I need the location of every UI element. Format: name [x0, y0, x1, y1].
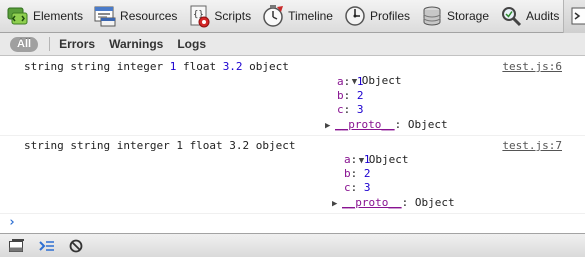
property-name: c — [344, 181, 351, 194]
source-link[interactable]: test.js:6 — [502, 60, 562, 73]
console-icon — [570, 4, 585, 28]
console-prompt[interactable]: › — [8, 215, 16, 230]
object-property: c: 3 — [344, 181, 371, 194]
filter-divider — [49, 37, 51, 51]
property-value: 2 — [356, 89, 364, 102]
message-text-part: object — [242, 60, 296, 73]
tab-resources[interactable]: Resources — [87, 0, 181, 33]
tab-scripts[interactable]: {} Scripts — [181, 0, 255, 33]
message-text-part: float — [176, 60, 223, 73]
property-name: c — [337, 103, 344, 116]
object-label: Object — [361, 74, 402, 87]
tab-profiles-label: Profiles — [369, 9, 410, 23]
source-link[interactable]: test.js:7 — [502, 139, 562, 152]
proto-name: __proto__ — [342, 196, 402, 209]
message-text-part: string string integer — [24, 60, 170, 73]
object-property: a: 1 — [344, 153, 371, 166]
clear-console-icon[interactable] — [68, 238, 86, 254]
tab-elements-label: Elements — [33, 9, 84, 23]
filter-all-button[interactable]: All — [10, 36, 39, 52]
proto-name: __proto__ — [335, 118, 395, 131]
tab-timeline[interactable]: Timeline — [255, 0, 337, 33]
property-value: 2 — [363, 167, 371, 180]
filter-logs-button[interactable]: Logs — [177, 37, 206, 51]
tab-storage-label: Storage — [447, 9, 490, 23]
collapse-triangle-icon[interactable]: ▶ — [332, 197, 342, 211]
console-messages: string string integer 1 float 3.2 object… — [0, 57, 585, 234]
tab-storage[interactable]: Storage — [414, 0, 493, 33]
collapse-triangle-icon[interactable]: ▶ — [325, 119, 335, 133]
property-value: 3 — [363, 181, 371, 194]
tab-resources-label: Resources — [120, 9, 178, 23]
devtools-toolbar: Elements Resources {} Scripts Timeline P… — [0, 0, 585, 33]
console-message-text: string string interger 1 float 3.2 objec… — [24, 139, 303, 152]
property-name: b — [344, 167, 351, 180]
property-value: 1 — [363, 153, 371, 166]
resources-icon — [93, 4, 117, 28]
console-message: string string integer 1 float 3.2 object… — [0, 57, 585, 136]
console-message: string string interger 1 float 3.2 objec… — [0, 136, 585, 214]
object-label: Object — [368, 153, 409, 166]
elements-icon — [6, 4, 30, 28]
proto-value: : Object — [401, 196, 455, 209]
dock-icon[interactable] — [8, 238, 26, 254]
tab-audits-label: Audits — [526, 9, 560, 23]
audits-icon — [499, 4, 523, 28]
object-property: b: 2 — [337, 89, 364, 102]
property-name: a — [344, 153, 351, 166]
property-value: 3 — [356, 103, 364, 116]
status-bar — [0, 233, 585, 257]
proto-value: : Object — [394, 118, 448, 131]
storage-icon — [420, 4, 444, 28]
filter-errors-button[interactable]: Errors — [59, 37, 95, 51]
scripts-icon: {} — [187, 4, 211, 28]
message-number: 3.2 — [222, 60, 243, 73]
filter-warnings-button[interactable]: Warnings — [109, 37, 163, 51]
console-toggle-icon[interactable] — [38, 238, 56, 254]
object-property: c: 3 — [337, 103, 364, 116]
tab-audits[interactable]: Audits — [493, 0, 563, 33]
property-name: a — [337, 75, 344, 88]
proto-node[interactable]: ▶ __proto__: Object — [325, 118, 448, 133]
property-value: 1 — [356, 75, 364, 88]
object-property: b: 2 — [344, 167, 371, 180]
profiles-icon — [343, 4, 367, 28]
tab-console[interactable]: C — [563, 0, 585, 33]
console-filter-bar: All Errors Warnings Logs — [0, 33, 585, 56]
console-message-text: string string integer 1 float 3.2 object — [24, 60, 296, 74]
proto-node[interactable]: ▶ __proto__: Object — [332, 196, 455, 211]
tab-profiles[interactable]: Profiles — [337, 0, 414, 33]
timeline-icon — [261, 4, 285, 28]
tab-timeline-label: Timeline — [288, 9, 333, 23]
tab-elements[interactable]: Elements — [0, 0, 87, 33]
tab-scripts-label: Scripts — [214, 9, 252, 23]
object-property: a: 1 — [337, 75, 364, 88]
property-name: b — [337, 89, 344, 102]
